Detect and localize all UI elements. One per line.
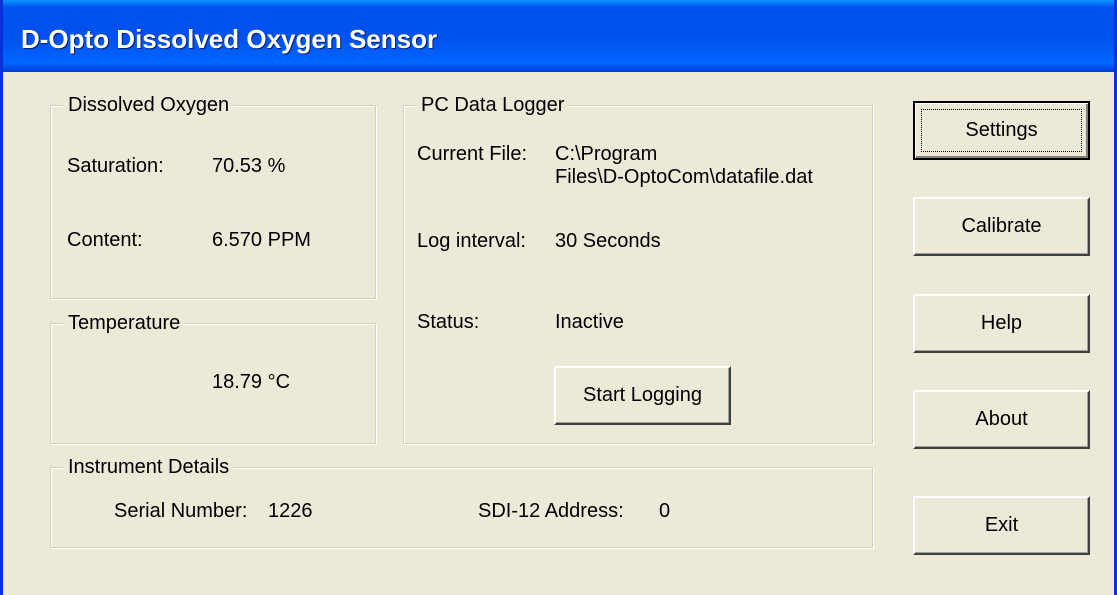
temperature-value: 18.79 °C: [212, 371, 291, 393]
title-bar[interactable]: D-Opto Dissolved Oxygen Sensor: [3, 0, 1114, 72]
exit-button-label: Exit: [984, 514, 1019, 536]
log-interval-value: 30 Seconds: [555, 230, 661, 252]
sdi12-address-label: SDI-12 Address:: [478, 500, 624, 522]
serial-number-label: Serial Number:: [114, 500, 248, 522]
help-button-label: Help: [980, 312, 1023, 334]
settings-button-label: Settings: [965, 119, 1038, 141]
help-button[interactable]: Help: [913, 294, 1090, 353]
calibrate-button[interactable]: Calibrate: [913, 197, 1090, 256]
window-title: D-Opto Dissolved Oxygen Sensor: [21, 24, 438, 54]
temperature-group-label: Temperature: [64, 311, 185, 335]
status-label: Status:: [417, 311, 480, 333]
about-button[interactable]: About: [913, 390, 1090, 449]
content-label: Content:: [67, 229, 143, 251]
calibrate-button-label: Calibrate: [961, 215, 1042, 237]
current-file-path-line1: C:\Program: [555, 143, 658, 165]
exit-button[interactable]: Exit: [913, 496, 1090, 555]
sdi12-address-value: 0: [659, 500, 671, 522]
pc-data-logger-group-label: PC Data Logger: [417, 93, 569, 117]
content-value: 6.570 PPM: [212, 229, 311, 251]
dialog-window: D-Opto Dissolved Oxygen Sensor Dissolved…: [0, 0, 1117, 595]
log-interval-label: Log interval:: [417, 230, 526, 252]
start-logging-button[interactable]: Start Logging: [554, 366, 731, 425]
saturation-value: 70.53 %: [212, 155, 286, 177]
saturation-label: Saturation:: [67, 155, 164, 177]
current-file-label: Current File:: [417, 143, 528, 165]
about-button-label: About: [975, 408, 1028, 430]
current-file-path-line2: Files\D-OptoCom\datafile.dat: [555, 166, 813, 188]
status-value: Inactive: [555, 311, 624, 333]
serial-number-value: 1226: [268, 500, 313, 522]
dissolved-oxygen-group: Dissolved Oxygen: [50, 93, 376, 299]
settings-button[interactable]: Settings: [913, 101, 1090, 160]
instrument-details-group-label: Instrument Details: [64, 455, 234, 479]
start-logging-button-label: Start Logging: [583, 384, 702, 406]
dissolved-oxygen-group-label: Dissolved Oxygen: [64, 93, 234, 117]
